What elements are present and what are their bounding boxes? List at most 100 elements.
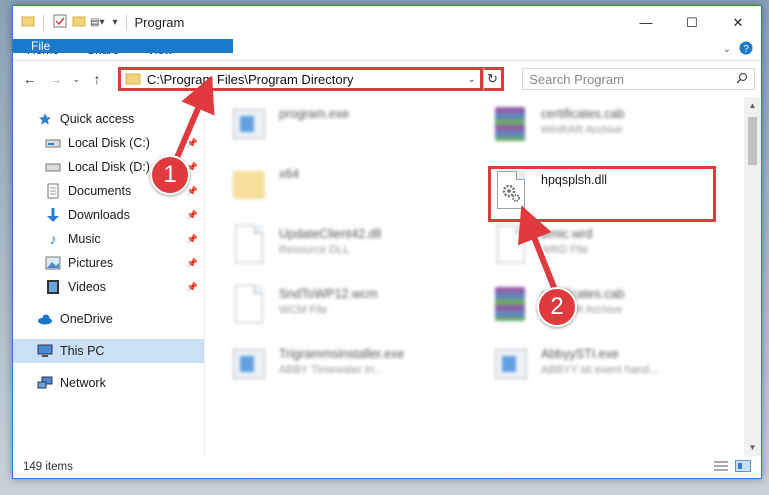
star-icon: [37, 111, 53, 127]
scroll-up-icon[interactable]: ▲: [744, 101, 761, 110]
file-type: WRD File: [541, 244, 589, 256]
file-name: program.exe: [279, 107, 350, 121]
sidebar-item-music[interactable]: ♪ Music 📌: [13, 227, 204, 251]
scroll-thumb[interactable]: [748, 117, 757, 165]
ribbon-tabs: File Home Share View ⌄ ?: [13, 39, 761, 61]
file-type: WinRAR Archive: [541, 124, 623, 136]
pin-icon[interactable]: 📌: [187, 258, 198, 269]
maximize-button[interactable]: ☐: [669, 6, 715, 39]
pin-icon[interactable]: 📌: [187, 186, 198, 197]
documents-icon: [45, 183, 61, 199]
sidebar-item-local-disk-c[interactable]: Local Disk (C:) 📌: [13, 131, 204, 155]
file-type: WCM File: [279, 304, 328, 316]
chevron-down-icon[interactable]: ⌄: [464, 74, 480, 85]
file-type: ABBY Timewater tri...: [279, 364, 384, 376]
refresh-button[interactable]: ↻: [482, 67, 505, 91]
recent-locations-button[interactable]: ⌄: [70, 68, 82, 90]
sidebar-item-network[interactable]: Network: [13, 371, 204, 395]
sidebar-item-quick-access[interactable]: Quick access: [13, 107, 204, 131]
search-placeholder: Search Program: [529, 71, 624, 87]
sidebar-item-downloads[interactable]: Downloads 📌: [13, 203, 204, 227]
expand-ribbon-icon[interactable]: ⌄: [723, 44, 731, 55]
file-item[interactable]: certificates.cab WinRAR Archive: [491, 283, 711, 327]
file-name: UpdateClient42.dll: [279, 227, 382, 241]
view-toggle: [713, 459, 751, 475]
exe-icon: [491, 343, 531, 387]
pin-icon[interactable]: 📌: [187, 282, 198, 293]
exe-icon: [229, 343, 269, 387]
tiles-view-icon[interactable]: [735, 459, 751, 475]
title-bar: ▤▾ ▾ Program — ☐ ✕: [13, 6, 761, 39]
sidebar-item-videos[interactable]: Videos 📌: [13, 275, 204, 299]
scroll-down-icon[interactable]: ▼: [744, 443, 761, 452]
file-icon: [229, 283, 269, 327]
sidebar-item-pictures[interactable]: Pictures 📌: [13, 251, 204, 275]
callout-2: 2: [537, 287, 577, 327]
customize-qat-icon[interactable]: ▤▾: [90, 17, 104, 28]
forward-button[interactable]: →: [45, 68, 67, 90]
search-icon: [736, 72, 748, 87]
rar-icon: [491, 283, 531, 327]
properties-icon[interactable]: [52, 13, 68, 32]
dropdown-icon[interactable]: ▾: [112, 17, 117, 28]
file-icon: [491, 223, 531, 267]
back-button[interactable]: ←: [19, 68, 41, 90]
separator: [125, 14, 127, 31]
search-input[interactable]: Search Program: [522, 68, 755, 90]
videos-icon: [45, 279, 61, 295]
status-bar: 149 items: [13, 456, 761, 478]
address-path[interactable]: C:\Program Files\Program Directory: [147, 72, 354, 87]
address-bar[interactable]: C:\Program Files\Program Directory ⌄: [117, 67, 483, 91]
pin-icon[interactable]: 📌: [187, 138, 198, 149]
music-icon: ♪: [49, 231, 57, 247]
file-name: Trigrammsinstaller.exe: [279, 347, 405, 361]
file-type: Resource DLL: [279, 244, 350, 256]
file-item[interactable]: UpdateClient42.dll Resource DLL: [229, 223, 449, 267]
content-area: Quick access Local Disk (C:) 📌 Local Dis…: [13, 97, 761, 456]
cloud-icon: [37, 311, 53, 327]
ribbon-right: ⌄ ?: [723, 39, 761, 60]
file-item[interactable]: certificates.cab WinRAR Archive: [491, 103, 711, 147]
file-type: ABBYY sti event hand...: [541, 364, 659, 376]
new-folder-icon[interactable]: [72, 14, 86, 31]
pin-icon[interactable]: 📌: [187, 234, 198, 245]
details-view-icon[interactable]: [713, 460, 729, 475]
file-item[interactable]: Trigrammsinstaller.exe ABBY Timewater tri…: [229, 343, 449, 387]
network-icon: [37, 375, 53, 391]
drive-icon: [45, 159, 61, 175]
up-button[interactable]: ↑: [86, 68, 108, 90]
computer-icon: [37, 343, 53, 359]
dll-icon: [229, 223, 269, 267]
window-controls: — ☐ ✕: [623, 6, 761, 39]
drive-icon: [45, 135, 61, 151]
file-name: x64: [279, 167, 300, 181]
file-name: SndToWP12.wcm: [279, 287, 378, 301]
pin-icon[interactable]: 📌: [187, 210, 198, 221]
close-button[interactable]: ✕: [715, 6, 761, 39]
callout-1: 1: [150, 155, 190, 195]
vertical-scrollbar[interactable]: ▲ ▼: [744, 97, 761, 456]
file-item[interactable]: x64: [229, 163, 449, 207]
rar-icon: [491, 103, 531, 147]
navigation-pane: Quick access Local Disk (C:) 📌 Local Dis…: [13, 97, 205, 456]
file-item[interactable]: program.exe: [229, 103, 449, 147]
file-list: program.exe x64 UpdateClient42.dll Resour…: [205, 97, 744, 456]
folder-icon: [125, 71, 141, 88]
file-name: certificates.cab: [541, 107, 625, 121]
window-title: Program: [134, 15, 185, 30]
folder-icon: [229, 163, 269, 207]
sidebar-item-this-pc[interactable]: This PC: [13, 339, 204, 363]
file-item[interactable]: Bmic.wrd WRD File: [491, 223, 711, 267]
address-row: ← → ⌄ ↑ C:\Program Files\Program Directo…: [13, 61, 761, 97]
highlight-box: [488, 166, 716, 222]
sidebar-item-onedrive[interactable]: OneDrive: [13, 307, 204, 331]
quick-access-toolbar: ▤▾ ▾: [13, 13, 131, 32]
file-item[interactable]: SndToWP12.wcm WCM File: [229, 283, 449, 327]
pictures-icon: [45, 255, 61, 271]
minimize-button[interactable]: —: [623, 6, 669, 39]
help-icon[interactable]: ?: [739, 41, 753, 58]
exe-icon: [229, 103, 269, 147]
svg-text:?: ?: [743, 44, 749, 55]
tab-file[interactable]: File: [13, 39, 233, 53]
file-item[interactable]: AbbyySTI.exe ABBYY sti event hand...: [491, 343, 711, 387]
